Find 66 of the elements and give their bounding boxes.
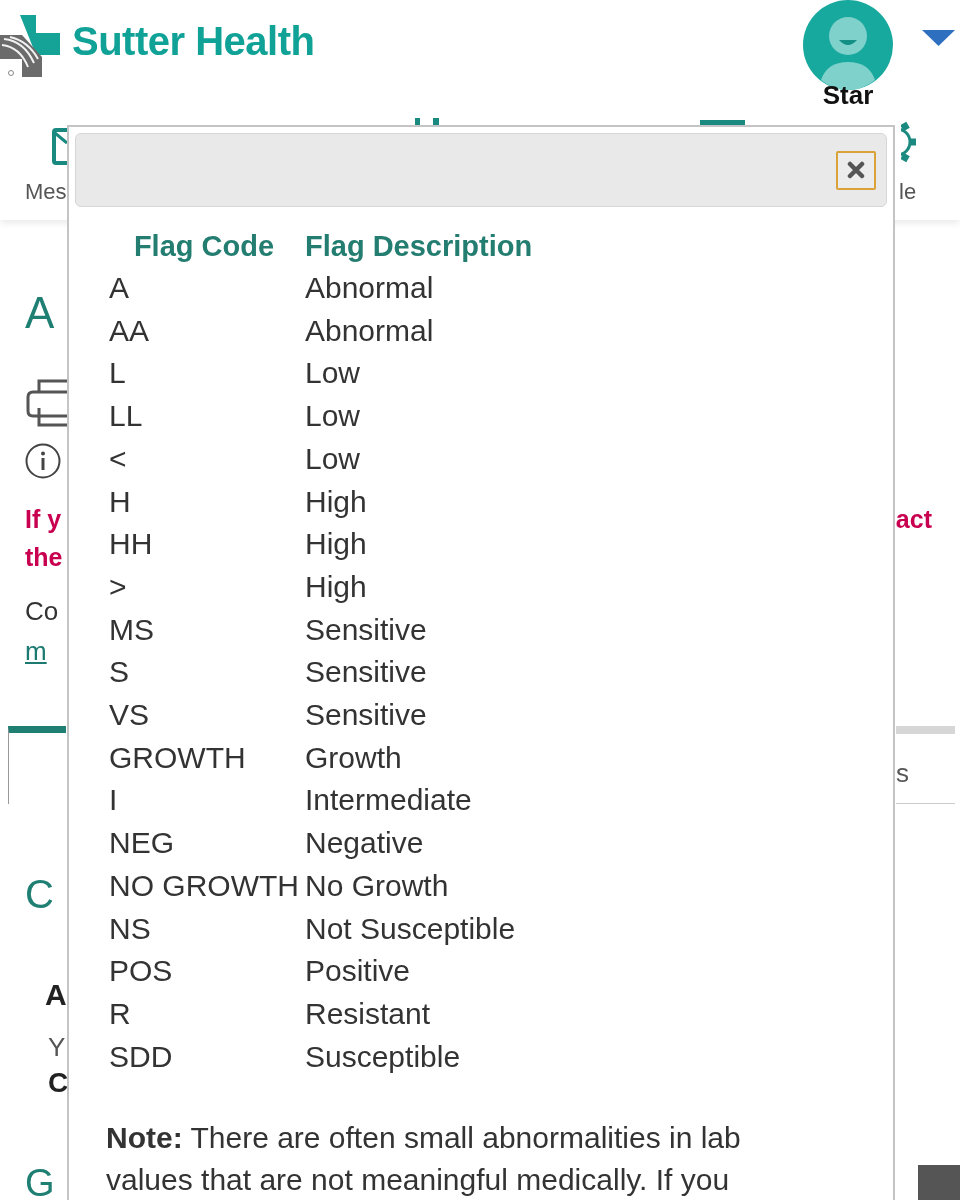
alert-text: If y [25,504,62,535]
contact-text: Co [25,595,59,628]
table-cell-text: No Growth [305,867,450,904]
table-cell-text: < [109,440,128,477]
table-cell-text: H [109,483,132,520]
section-title: G [25,1163,55,1200]
close-button[interactable] [836,150,876,190]
table-cell-text: LL [109,398,144,435]
table-cell-text: Sensitive [305,611,428,648]
nav-label[interactable]: le [899,179,917,205]
section-title: C [25,871,54,918]
card-title: A [45,977,67,1013]
card-text: Y [48,1031,66,1064]
table-cell-text: NS [109,910,152,947]
logo-text: Sutter Health [72,18,315,64]
table-cell-text: Abnormal [305,312,435,349]
mail-icon[interactable] [51,128,67,165]
table-cell-text: S [109,654,130,691]
table-cell-text: Not Susceptible [305,910,517,947]
alert-text: the [25,542,63,573]
gear-icon[interactable] [901,120,917,165]
table-cell-text: R [109,995,132,1032]
table-cell-text: L [109,355,127,392]
card-text: C [48,1066,69,1100]
table-cell-text: Negative [305,825,425,862]
table-cell-text: Low [305,440,362,477]
table-cell-text: AA [109,312,151,349]
table-cell-text: POS [109,953,174,990]
user-name: Star [822,82,874,108]
table-cell-text: MS [109,611,155,648]
contact-link[interactable]: m [25,631,47,671]
table-cell-text: Low [305,398,362,435]
table-cell-text: High [305,526,368,563]
table-cell-text: I [109,782,119,819]
nav-icon[interactable] [414,118,440,125]
table-cell-text: Sensitive [305,654,428,691]
table-cell-text: A [109,270,130,306]
logo-icon [0,15,60,77]
nav-icon[interactable] [699,120,745,125]
table-cell-text: VS [109,697,151,734]
table-cell-text: NO GROWTH [109,867,299,904]
table-cell-text: HH [109,526,154,563]
table-cell-text: Resistant [305,995,432,1032]
table-cell-text: NEG [109,825,175,862]
page-title: A [25,288,55,338]
table-cell-text: Low [305,355,362,392]
table-cell-text: High [305,568,368,605]
table-cell-text: Intermediate [305,782,473,819]
nav-label[interactable]: Mes [25,179,67,205]
printer-icon[interactable] [25,378,67,428]
table-cell-text: Sensitive [305,697,428,734]
close-icon [847,161,865,179]
info-icon[interactable] [25,443,61,479]
caret-icon[interactable] [922,30,955,46]
table-cell-text: Positive [305,953,412,990]
table-cell-text: High [305,483,368,520]
alert-text: act [895,504,932,535]
table-cell-text: Growth [305,739,403,776]
column-header: Flag Description [305,229,533,264]
table-cell-text: GROWTH [109,739,247,776]
note-text: Note: There are often small abnormalities in lab values that are not meaningful medically. If you [106,1120,742,1199]
table-cell-text: SDD [109,1038,174,1075]
table-cell-text: Susceptible [305,1038,462,1075]
column-header: Flag Code [132,229,276,264]
table-cell-text: > [109,568,128,605]
table-cell-text: Abnormal [305,270,435,306]
